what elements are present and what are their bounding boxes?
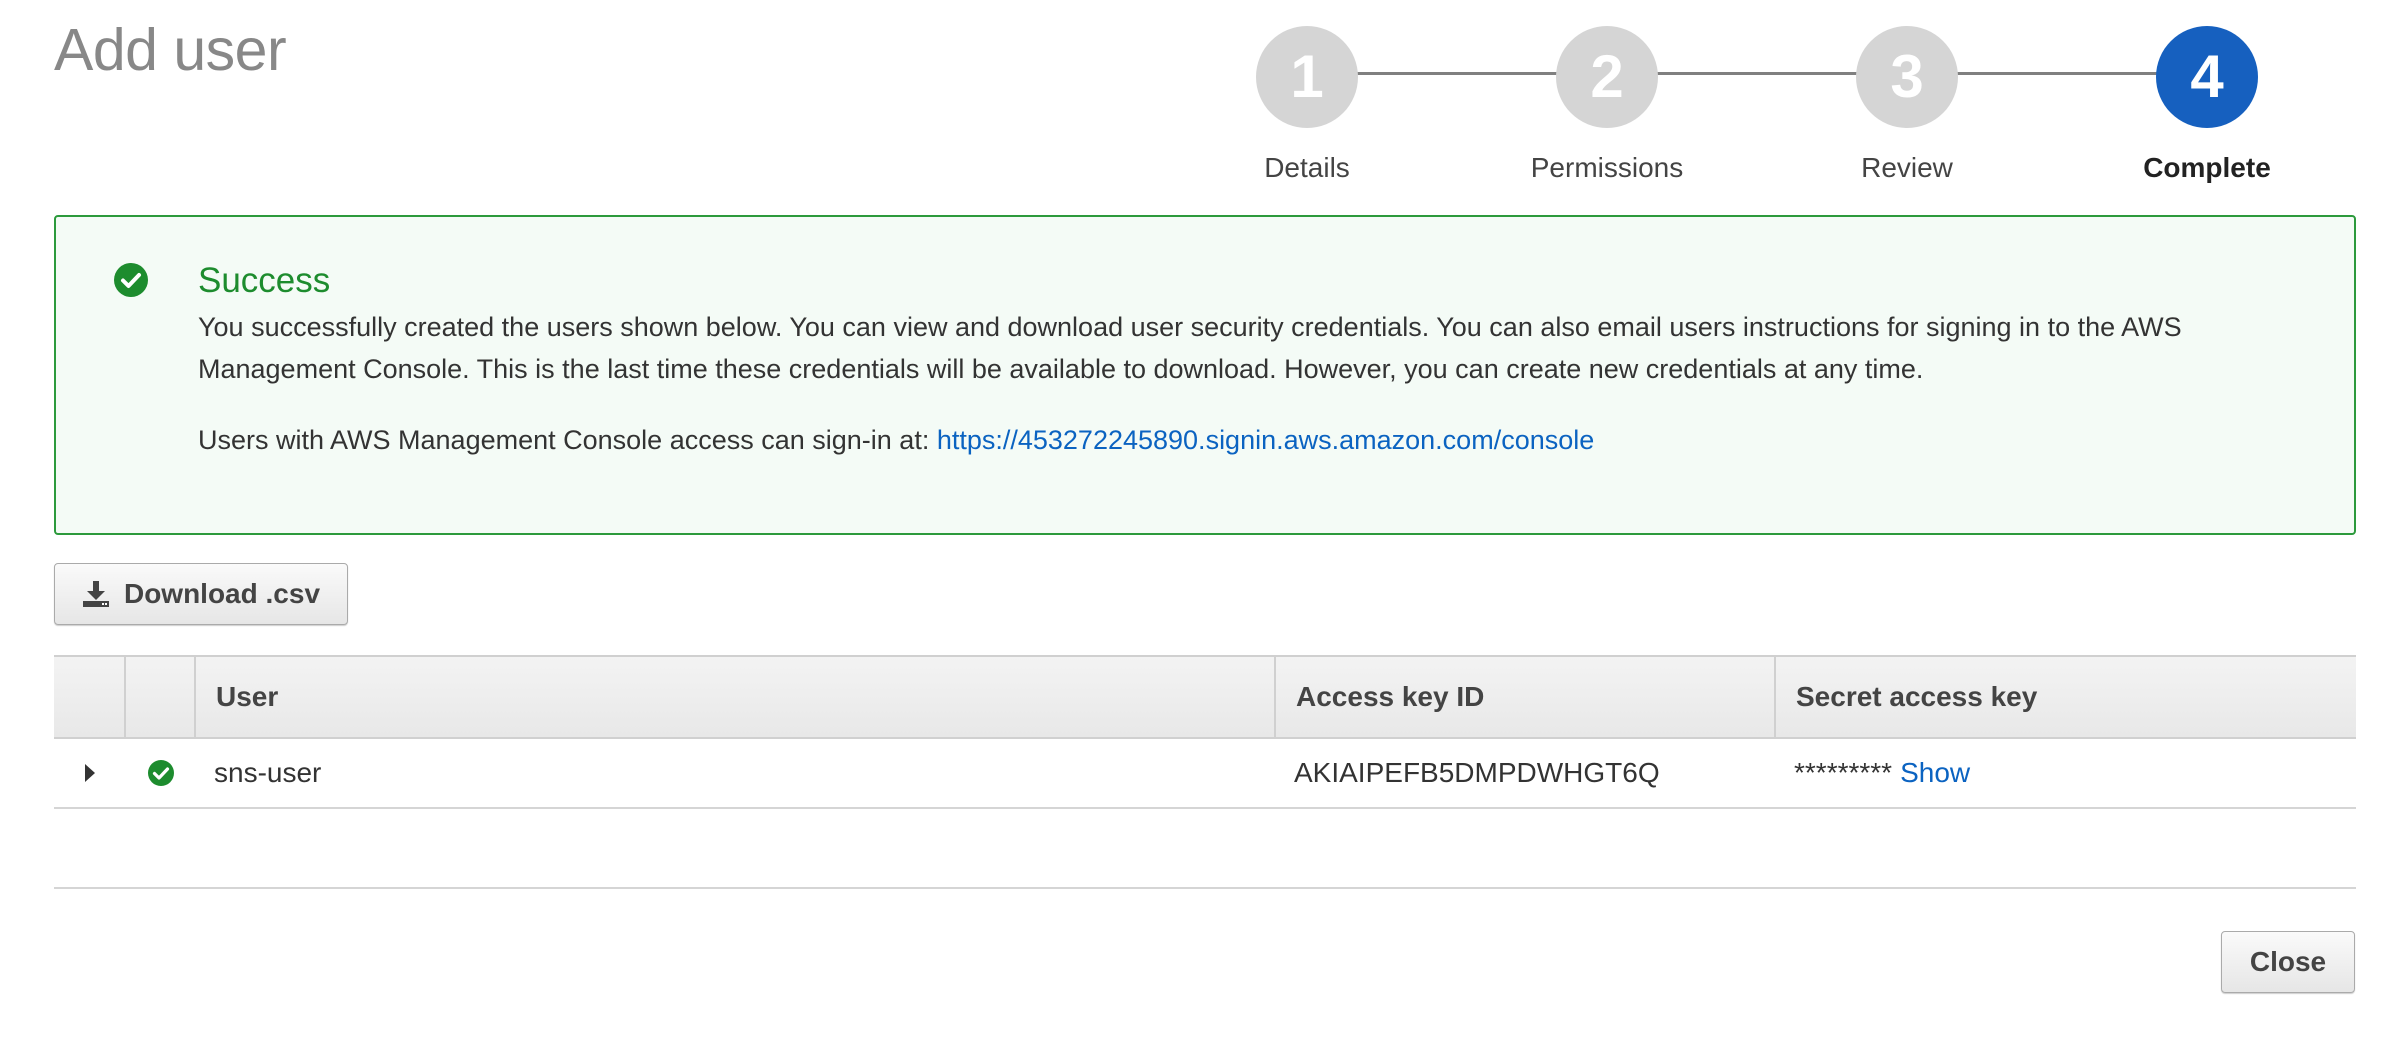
- download-icon: [82, 581, 109, 607]
- table-header: User Access key ID Secret access key: [54, 655, 2356, 739]
- step-4-label: Complete: [2143, 152, 2271, 183]
- signin-link[interactable]: https://453272245890.signin.aws.amazon.c…: [937, 425, 1594, 455]
- check-circle-icon: [113, 262, 149, 298]
- step-2-label: Permissions: [1530, 152, 1684, 183]
- column-header-access-key-id[interactable]: Access key ID: [1274, 657, 1774, 737]
- alert-message: You successfully created the users shown…: [198, 312, 2182, 384]
- step-1-label: Details: [1264, 152, 1350, 183]
- divider: [54, 887, 2356, 889]
- download-csv-label: Download .csv: [123, 578, 321, 609]
- step-3-label: Review: [1861, 152, 1953, 183]
- caret-right-icon[interactable]: [84, 739, 104, 807]
- step-3-circle: 3: [1856, 26, 1958, 128]
- signin-prefix: Users with AWS Management Console access…: [198, 425, 937, 455]
- alert-title: Success: [198, 261, 331, 300]
- download-csv-button[interactable]: Download .csv: [54, 563, 348, 625]
- column-header-secret-access-key[interactable]: Secret access key: [1774, 657, 2356, 737]
- user-name-cell: sns-user: [214, 757, 322, 788]
- users-table: User Access key ID Secret access key sns…: [54, 655, 2356, 809]
- check-circle-icon: [147, 739, 175, 807]
- column-header-expand: [54, 657, 124, 737]
- wizard-stepper: 1 2 3 4 Details Permissions Review Compl…: [0, 0, 2400, 200]
- step-4-circle: 4: [2156, 26, 2258, 128]
- column-header-user[interactable]: User: [194, 657, 1274, 737]
- secret-access-key-cell: ********* Show: [1794, 739, 1970, 807]
- column-header-status: [124, 657, 194, 737]
- step-2-circle: 2: [1556, 26, 1658, 128]
- step-1-circle: 1: [1256, 26, 1358, 128]
- secret-mask: *********: [1794, 757, 1893, 788]
- show-secret-link[interactable]: Show: [1900, 757, 1970, 788]
- success-alert: Success You successfully created the use…: [54, 215, 2356, 535]
- table-row: sns-user AKIAIPEFB5DMPDWHGT6Q ********* S…: [54, 739, 2356, 809]
- signin-info: Users with AWS Management Console access…: [198, 419, 1594, 461]
- access-key-id-cell: AKIAIPEFB5DMPDWHGT6Q: [1294, 757, 1660, 788]
- close-button[interactable]: Close: [2221, 931, 2355, 993]
